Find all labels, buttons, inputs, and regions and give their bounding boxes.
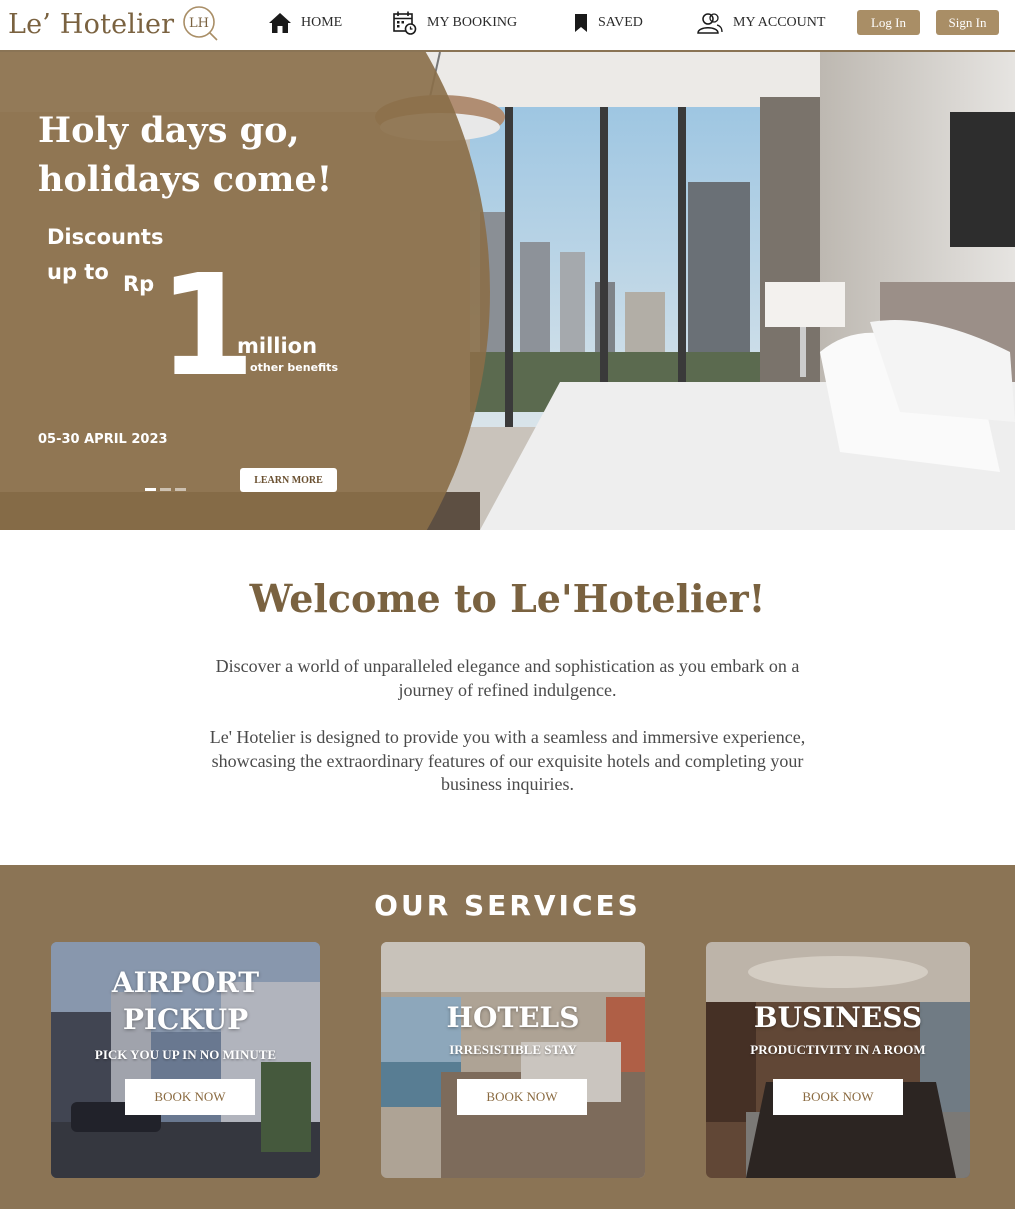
bookmark-icon (575, 14, 587, 32)
home-icon (269, 13, 291, 33)
hero-currency: Rp (123, 272, 155, 296)
hero-amount: 1 (158, 245, 256, 408)
welcome-paragraph-1: Discover a world of unparalleled eleganc… (215, 656, 800, 700)
carousel-dots (145, 488, 186, 491)
carousel-dot[interactable] (175, 488, 186, 491)
welcome-title: Welcome to Le'Hotelier! (249, 576, 766, 621)
learn-more-button[interactable]: LEARN MORE (240, 468, 337, 492)
hero-benefits: + other benefits (237, 361, 338, 374)
hero-banner: Holy days go, holidays come! Discounts u… (0, 52, 1015, 530)
nav-my-account[interactable]: MY ACCOUNT (696, 8, 825, 38)
book-now-button[interactable]: BOOK NOW (773, 1079, 903, 1115)
book-now-button[interactable]: BOOK NOW (125, 1079, 255, 1115)
service-card-title: BUSINESS (753, 1001, 923, 1034)
nav-home[interactable]: HOME (268, 8, 342, 38)
calendar-icon (393, 11, 417, 35)
logo-mark-text: LH (189, 16, 209, 31)
hero-title-line1: Holy days go, (38, 110, 300, 151)
nav-saved-label: SAVED (598, 15, 643, 30)
service-card-subtitle: IRRESISTIBLE STAY (449, 1042, 577, 1057)
services-title: OUR SERVICES (374, 889, 641, 922)
nav-home-label: HOME (301, 15, 343, 30)
logo-mark-icon: LH (183, 6, 218, 41)
account-icon (697, 13, 723, 34)
service-card-title-line1: AIRPORT (111, 966, 260, 999)
carousel-dot[interactable] (145, 488, 156, 491)
service-card-title-line2: PICKUP (122, 1003, 249, 1036)
login-button[interactable]: Log In (857, 10, 920, 35)
hero-unit: million (237, 334, 318, 358)
nav-my-booking-label: MY BOOKING (427, 15, 518, 30)
logo[interactable]: Le’ Hotelier LH (8, 4, 220, 44)
nav-saved[interactable]: SAVED (573, 8, 643, 38)
service-card-subtitle: PRODUCTIVITY IN A ROOM (750, 1042, 926, 1057)
service-card-title: HOTELS (446, 1001, 580, 1034)
carousel-dot[interactable] (160, 488, 171, 491)
hotels-card-image (381, 942, 645, 1178)
hero-title: Holy days go, holidays come! (38, 106, 332, 204)
book-now-button[interactable]: BOOK NOW (457, 1079, 587, 1115)
logo-text: Le’ Hotelier (8, 8, 175, 40)
business-card-image (706, 942, 970, 1178)
services-section: OUR SERVICES AIRPORT PICKUP PICK YOU UP … (0, 865, 1015, 1209)
hero-date: 05-30 APRIL 2023 (38, 432, 168, 447)
hero-title-line2: holidays come! (38, 159, 333, 200)
service-card-airport[interactable]: AIRPORT PICKUP PICK YOU UP IN NO MINUTE … (51, 942, 320, 1178)
hero-discount-line1: Discounts (47, 225, 164, 249)
welcome-paragraph-2: Le' Hotelier is designed to provide you … (209, 727, 806, 794)
signin-button[interactable]: Sign In (936, 10, 999, 35)
site-header: Le’ Hotelier LH HOME MY BOOKING SAVED MY… (0, 0, 1015, 52)
service-card-subtitle: PICK YOU UP IN NO MINUTE (94, 1047, 277, 1062)
nav-my-booking[interactable]: MY BOOKING (392, 8, 517, 38)
service-card-title: AIRPORT PICKUP (51, 964, 320, 1038)
nav-my-account-label: MY ACCOUNT (733, 15, 826, 30)
service-card-hotels[interactable]: HOTELS IRRESISTIBLE STAY BOOK NOW (381, 942, 645, 1178)
service-card-business[interactable]: BUSINESS PRODUCTIVITY IN A ROOM BOOK NOW (706, 942, 970, 1178)
